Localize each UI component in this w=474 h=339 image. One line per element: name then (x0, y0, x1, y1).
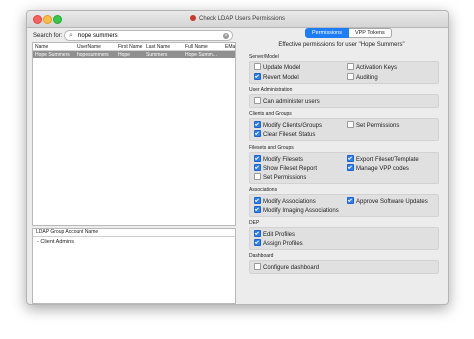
checkbox-checked-icon[interactable] (254, 239, 261, 246)
permission-revert-model[interactable]: Revert Model (254, 73, 299, 81)
checkbox-checked-icon[interactable] (254, 121, 261, 128)
window-title: Check LDAP Users Permissions (199, 16, 285, 22)
permission-label: Set Permissions (356, 123, 400, 129)
checkbox-checked-icon[interactable] (254, 155, 261, 162)
permission-modify-clients-groups[interactable]: Modify Clients/Groups (254, 121, 322, 129)
users-table: Name UserName First Name Last Name Full … (32, 42, 236, 226)
permission-label: Edit Profiles (263, 232, 296, 238)
group-list-header: LDAP Group Account Name (33, 229, 235, 237)
checkbox-icon[interactable] (254, 63, 261, 70)
permission-clear-fileset-status[interactable]: Clear Fileset Status (254, 130, 315, 138)
section-title-associations: Associations (249, 187, 278, 193)
section-title-clients-groups: Clients and Groups (249, 111, 292, 117)
permission-label: Clear Fileset Status (263, 132, 316, 138)
permission-show-fileset-report[interactable]: Show Fileset Report (254, 164, 317, 172)
checkbox-icon[interactable] (347, 73, 354, 80)
tab-vpp-tokens[interactable]: VPP Tokens (348, 28, 392, 38)
column-header-email[interactable]: EMail (225, 44, 235, 50)
permission-modify-associations[interactable]: Modify Associations (254, 197, 316, 205)
permission-set-permissions-filesets[interactable]: Set Permissions (254, 173, 306, 181)
list-item[interactable]: - Client Admins (37, 239, 74, 245)
section-title-filesets-groups: Filesets and Groups (249, 145, 294, 151)
section-title-dep: DEP (249, 220, 260, 226)
ldap-group-list: LDAP Group Account Name - Client Admins (32, 228, 236, 304)
permission-label: Modify Associations (263, 199, 316, 205)
app-icon (190, 15, 197, 21)
permission-export-fileset-template[interactable]: Export Fileset/Template (347, 155, 419, 163)
permission-configure-dashboard[interactable]: Configure dashboard (254, 263, 319, 271)
permission-label: Configure dashboard (263, 265, 320, 271)
permission-label: Activation Keys (356, 65, 398, 71)
permission-manage-vpp-codes[interactable]: Manage VPP codes (347, 164, 409, 172)
search-input[interactable] (78, 32, 218, 39)
permission-auditing[interactable]: Auditing (347, 73, 378, 81)
section-title-server-model: Server/Model (249, 54, 279, 60)
permission-set-permissions-clients[interactable]: Set Permissions (347, 121, 399, 129)
permission-edit-profiles[interactable]: Edit Profiles (254, 230, 295, 238)
column-header-name[interactable]: Name (35, 44, 48, 50)
permission-label: Auditing (356, 75, 378, 81)
permission-label: Modify Clients/Groups (263, 123, 323, 129)
checkbox-icon[interactable] (254, 97, 261, 104)
checkbox-checked-icon[interactable] (254, 197, 261, 204)
permission-update-model[interactable]: Update Model (254, 63, 300, 71)
tab-bar: Permissions VPP Tokens (305, 28, 392, 38)
permission-assign-profiles[interactable]: Assign Profiles (254, 239, 303, 247)
checkbox-checked-icon[interactable] (254, 206, 261, 213)
permission-activation-keys[interactable]: Activation Keys (347, 63, 397, 71)
permission-modify-filesets[interactable]: Modify Filesets (254, 155, 303, 163)
cell-username: hopesummers (77, 52, 109, 58)
section-title-user-administration: User Administration (249, 87, 293, 93)
search-label: Search for: (33, 33, 63, 39)
permission-label: Approve Software Updates (356, 199, 428, 205)
cell-full-name: Hope Summ... (185, 52, 217, 58)
column-header-last-name[interactable]: Last Name (146, 44, 170, 50)
permission-label: Update Model (263, 65, 301, 71)
cell-name: Hope Summers (35, 52, 70, 58)
cell-first-name: Hope (118, 52, 130, 58)
checkbox-icon[interactable] (347, 121, 354, 128)
search-field[interactable]: ⌕ × (64, 30, 233, 41)
checkbox-checked-icon[interactable] (254, 164, 261, 171)
permission-approve-software-updates[interactable]: Approve Software Updates (347, 197, 428, 205)
permission-label: Modify Imaging Associations (263, 208, 339, 214)
permission-label: Revert Model (263, 75, 299, 81)
section-title-dashboard: Dashboard (249, 253, 274, 259)
checkbox-checked-icon[interactable] (254, 73, 261, 80)
tab-permissions[interactable]: Permissions (305, 28, 349, 38)
permission-label: Show Fileset Report (263, 166, 318, 172)
column-header-username[interactable]: UserName (77, 44, 101, 50)
checkbox-checked-icon[interactable] (254, 230, 261, 237)
column-header-first-name[interactable]: First Name (118, 44, 142, 50)
window-title-area: Check LDAP Users Permissions (27, 15, 448, 22)
cell-last-name: Summers (146, 52, 168, 58)
permission-label: Manage VPP codes (356, 166, 409, 172)
checkbox-icon[interactable] (347, 63, 354, 70)
permissions-window: Check LDAP Users Permissions Search for:… (26, 10, 449, 305)
checkbox-icon[interactable] (254, 263, 261, 270)
checkbox-checked-icon[interactable] (347, 155, 354, 162)
permission-label: Can administer users (263, 99, 320, 105)
table-row[interactable]: Hope Summers hopesummers Hope Summers Ho… (33, 51, 235, 58)
checkbox-checked-icon[interactable] (347, 197, 354, 204)
title-bar: Check LDAP Users Permissions (27, 11, 448, 28)
checkbox-checked-icon[interactable] (347, 164, 354, 171)
permission-modify-imaging-associations[interactable]: Modify Imaging Associations (254, 206, 339, 214)
permission-label: Modify Filesets (263, 157, 304, 163)
permission-can-administer-users[interactable]: Can administer users (254, 97, 320, 105)
permission-label: Set Permissions (263, 175, 307, 181)
table-header: Name UserName First Name Last Name Full … (33, 43, 235, 51)
checkbox-checked-icon[interactable] (254, 130, 261, 137)
clear-search-icon[interactable]: × (223, 33, 229, 39)
permissions-heading: Effective permissions for user "Hope Sum… (278, 42, 405, 48)
permission-label: Assign Profiles (263, 241, 303, 247)
checkbox-icon[interactable] (254, 173, 261, 180)
column-header-full-name[interactable]: Full Name (185, 44, 208, 50)
search-icon: ⌕ (69, 32, 73, 39)
permission-label: Export Fileset/Template (356, 157, 419, 163)
